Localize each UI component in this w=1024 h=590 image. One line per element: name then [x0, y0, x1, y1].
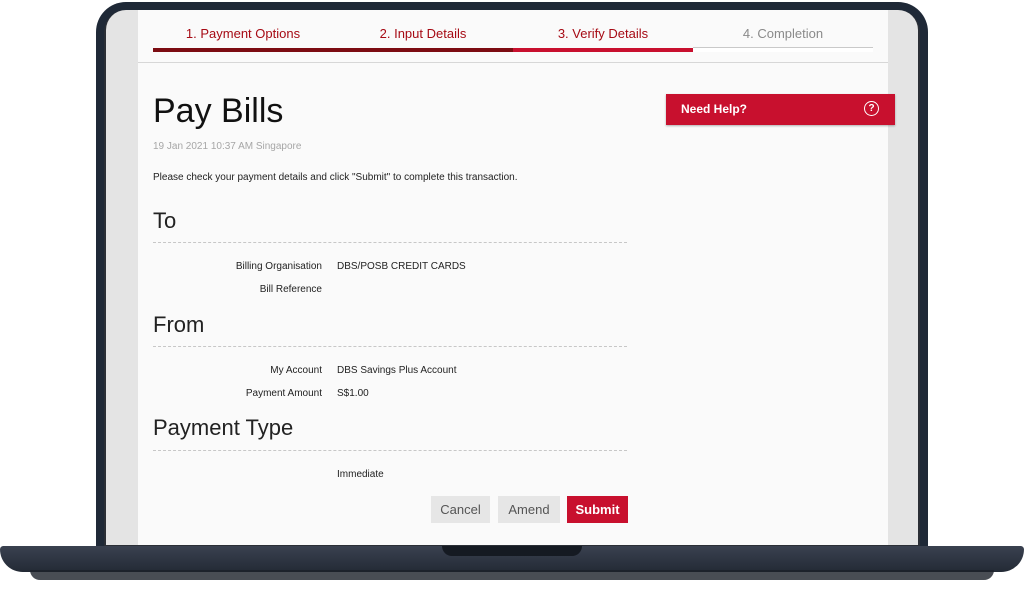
section-divider [153, 450, 627, 451]
header-divider [138, 62, 888, 63]
amend-button[interactable]: Amend [498, 496, 560, 523]
laptop-screen: 1. Payment Options 2. Input Details 3. V… [106, 10, 918, 545]
cancel-button[interactable]: Cancel [431, 496, 490, 523]
step-completion: 4. Completion [693, 26, 873, 52]
page-title: Pay Bills [153, 92, 284, 130]
section-title-from: From [153, 312, 205, 337]
payment-amount-label: Payment Amount [245, 388, 322, 399]
payment-amount-value: S$1.00 [337, 388, 369, 399]
payment-type-value: Immediate [337, 469, 384, 480]
step-input-details: 2. Input Details [333, 26, 513, 52]
laptop-base-shadow [30, 570, 994, 580]
submit-button[interactable]: Submit [567, 496, 628, 523]
need-help-label: Need Help? [681, 102, 748, 116]
billing-organisation-label: Billing Organisation [235, 261, 322, 272]
my-account-value: DBS Savings Plus Account [337, 365, 457, 376]
timestamp: 19 Jan 2021 10:37 AM Singapore [153, 141, 302, 152]
content-panel: 1. Payment Options 2. Input Details 3. V… [138, 10, 895, 545]
section-title-payment-type: Payment Type [153, 415, 294, 440]
billing-organisation-value: DBS/POSB CREDIT CARDS [337, 261, 466, 272]
question-circle-icon: ? [864, 101, 879, 116]
step-verify-details: 3. Verify Details [513, 26, 693, 52]
need-help-button[interactable]: Need Help? ? [666, 94, 895, 125]
instruction-text: Please check your payment details and cl… [153, 172, 518, 183]
step-payment-options: 1. Payment Options [153, 26, 333, 52]
section-title-to: To [153, 208, 177, 233]
my-account-label: My Account [270, 365, 322, 376]
progress-steps: 1. Payment Options 2. Input Details 3. V… [153, 26, 873, 52]
laptop-frame: 1. Payment Options 2. Input Details 3. V… [0, 0, 1024, 590]
bill-reference-label: Bill Reference [259, 284, 322, 295]
section-divider [153, 346, 627, 347]
laptop-notch [442, 546, 582, 556]
section-divider [153, 242, 627, 243]
